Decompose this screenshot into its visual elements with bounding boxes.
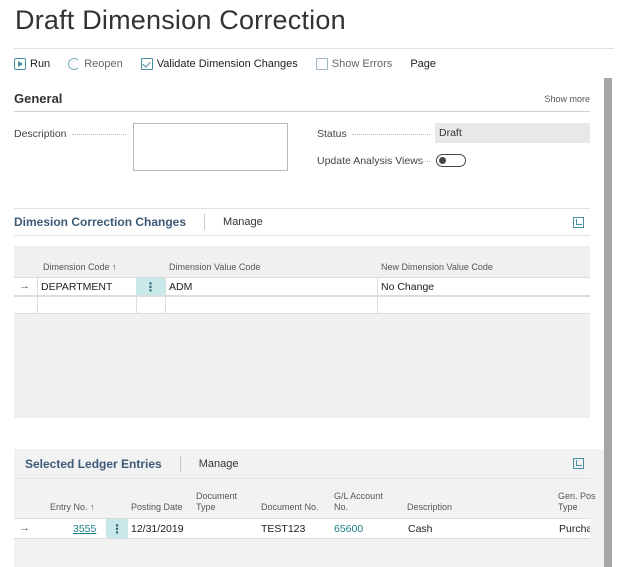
show-errors-button[interactable]: Show Errors xyxy=(315,57,393,70)
reopen-label: Reopen xyxy=(84,57,123,70)
col-gl-account-no[interactable]: G/L Account No. xyxy=(334,491,383,513)
col-description[interactable]: Description xyxy=(407,502,452,513)
col-gl-account-line2: No. xyxy=(334,502,349,512)
col-document-type-line2: Type xyxy=(196,502,216,512)
expand-icon[interactable] xyxy=(573,217,584,228)
run-icon xyxy=(14,57,26,70)
col-new-dimension-value-code[interactable]: New Dimension Value Code xyxy=(381,262,493,273)
empty-cell[interactable] xyxy=(37,297,136,313)
col-gl-account-line1: G/L Account xyxy=(334,491,383,501)
empty-cell[interactable] xyxy=(165,297,377,313)
changes-grid: Dimension Code ↑ Dimension Value Code Ne… xyxy=(14,246,590,418)
update-analysis-leader xyxy=(420,161,430,162)
update-analysis-views-label: Update Analysis Views xyxy=(317,155,424,167)
posting-date-cell[interactable]: 12/31/2019 xyxy=(131,523,184,535)
entry-no-link[interactable]: 3555 xyxy=(73,523,96,535)
general-title: General xyxy=(14,91,63,106)
general-section-header[interactable]: General Show more xyxy=(14,90,590,112)
run-label: Run xyxy=(30,57,51,70)
ledger-section-header: Selected Ledger Entries Manage xyxy=(14,449,590,479)
col-gen-posting-line2: Type xyxy=(558,502,578,512)
table-row-empty[interactable] xyxy=(14,296,590,314)
show-errors-label: Show Errors xyxy=(331,57,393,70)
document-no-cell[interactable]: TEST123 xyxy=(261,523,305,535)
page-title: Draft Dimension Correction xyxy=(15,5,346,35)
validate-dimension-changes-button[interactable]: Validate Dimension Changes xyxy=(140,57,298,70)
toggle-knob xyxy=(439,157,446,164)
status-label: Status xyxy=(317,128,347,140)
page-menu-label: Page xyxy=(410,57,437,70)
row-selected-arrow-icon: → xyxy=(19,522,30,534)
col-document-no[interactable]: Document No. xyxy=(261,502,319,513)
table-row[interactable]: → DEPARTMENT ⋮ ADM No Change xyxy=(14,277,590,296)
validate-icon xyxy=(140,57,153,70)
dimension-value-code-cell[interactable]: ADM xyxy=(165,278,377,295)
page-menu-button[interactable]: Page xyxy=(410,58,436,70)
header-separator xyxy=(204,214,206,230)
ledger-section: Selected Ledger Entries Manage Entry No.… xyxy=(14,449,604,567)
row-actions-icon[interactable]: ⋮ xyxy=(106,519,128,538)
empty-cell[interactable] xyxy=(377,297,590,313)
gen-posting-type-cell[interactable]: Purcha xyxy=(559,523,590,535)
ledger-title[interactable]: Selected Ledger Entries xyxy=(25,457,162,471)
changes-manage-button[interactable]: Manage xyxy=(223,216,263,228)
description-field[interactable] xyxy=(133,123,288,171)
description-cell[interactable]: Cash xyxy=(408,523,433,535)
description-leader xyxy=(72,134,126,135)
description-label: Description xyxy=(14,128,67,140)
show-errors-icon xyxy=(315,57,328,70)
expand-icon[interactable] xyxy=(573,458,584,469)
col-document-type[interactable]: Document Type xyxy=(196,491,237,513)
col-dimension-code[interactable]: Dimension Code ↑ xyxy=(43,262,117,273)
col-dimension-value-code[interactable]: Dimension Value Code xyxy=(169,262,260,273)
empty-cell[interactable] xyxy=(136,297,165,313)
new-dimension-value-code-cell[interactable]: No Change xyxy=(377,278,590,295)
col-gen-posting-line1: Gen. Pos xyxy=(558,491,596,501)
table-row[interactable]: → 3555 ⋮ 12/31/2019 TEST123 65600 Cash P… xyxy=(14,518,590,539)
col-entry-no[interactable]: Entry No. ↑ xyxy=(50,502,95,513)
row-selected-arrow-icon: → xyxy=(19,280,30,292)
ledger-manage-button[interactable]: Manage xyxy=(199,458,239,470)
row-actions-icon[interactable]: ⋮ xyxy=(136,278,165,295)
gl-account-no-cell[interactable]: 65600 xyxy=(334,523,363,535)
reopen-button[interactable]: Reopen xyxy=(68,57,123,70)
run-button[interactable]: Run xyxy=(14,57,51,70)
show-more-link[interactable]: Show more xyxy=(544,94,590,104)
update-analysis-views-toggle[interactable] xyxy=(436,154,466,167)
changes-title[interactable]: Dimesion Correction Changes xyxy=(14,215,186,229)
col-document-type-line1: Document xyxy=(196,491,238,501)
col-posting-date[interactable]: Posting Date xyxy=(131,502,183,513)
status-leader xyxy=(352,134,430,135)
changes-section-header: Dimesion Correction Changes Manage xyxy=(14,208,590,236)
scrollbar[interactable] xyxy=(604,78,612,567)
col-gen-posting-type[interactable]: Gen. Pos Type xyxy=(558,491,596,513)
validate-label: Validate Dimension Changes xyxy=(156,57,298,70)
header-separator xyxy=(179,455,181,472)
dimension-code-cell[interactable]: DEPARTMENT xyxy=(37,278,136,295)
action-bar: Run Reopen Validate Dimension Changes Sh… xyxy=(14,48,614,78)
reopen-icon xyxy=(68,57,81,70)
status-value: Draft xyxy=(435,123,590,143)
